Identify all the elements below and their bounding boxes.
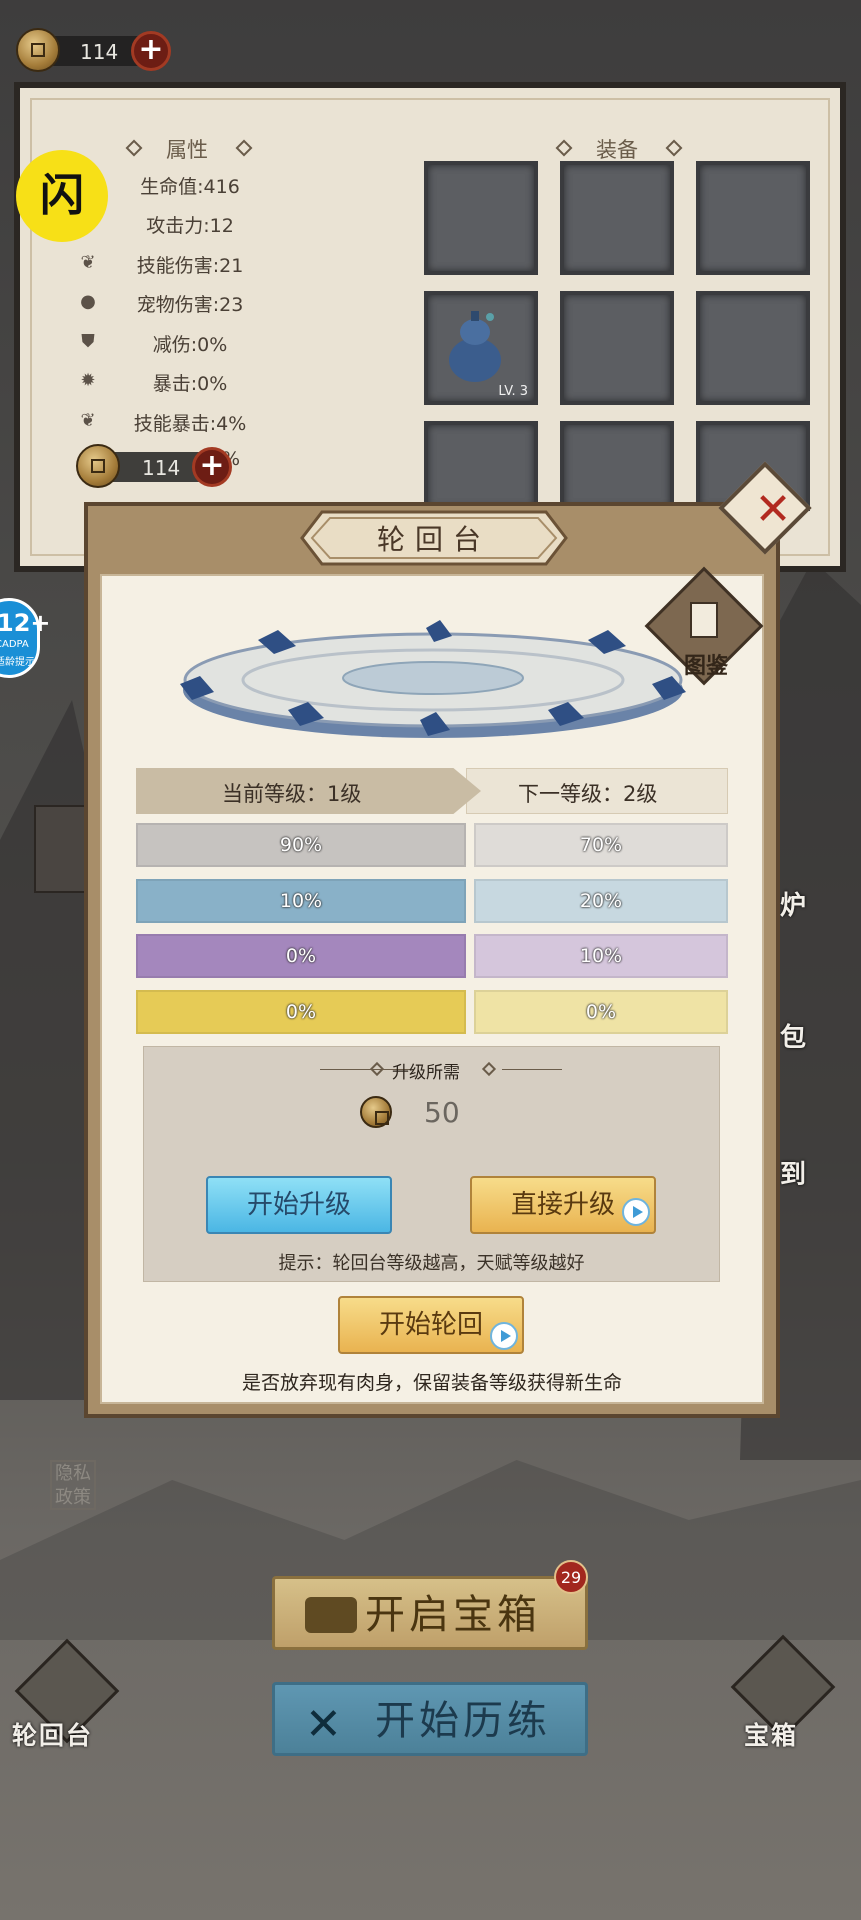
upgrade-hint: 提示：轮回台等级越高，天赋等级越好 [278, 1253, 585, 1274]
coin-bar-secondary: 114 + [76, 444, 236, 490]
level-comparison-bar: 当前等级：1级 下一等级：2级 [136, 768, 728, 814]
equipment-slot[interactable] [696, 291, 810, 405]
current-rate-bar: 0% [136, 934, 466, 978]
stat-row: ❦ 技能伤害:21 [40, 247, 360, 281]
start-upgrade-button[interactable]: 开始升级 [206, 1176, 392, 1234]
privacy-policy-label: 隐私政策 [55, 1463, 91, 1508]
equipment-title: 装备 [596, 138, 638, 162]
book-icon [690, 602, 718, 638]
equipment-slot[interactable] [696, 161, 810, 275]
current-rate-bar: 10% [136, 879, 466, 923]
current-rate-bar: 0% [136, 990, 466, 1034]
equipment-slot[interactable] [424, 421, 538, 511]
bg-side-label: 炉 [780, 891, 809, 921]
coin-count: 114 [142, 456, 181, 480]
age-rating-line: CADPA [0, 639, 29, 650]
requirement-title: 升级所需 [392, 1063, 460, 1083]
open-chest-label: 开启宝箱 [365, 1592, 541, 1638]
next-rate-bar: 70% [474, 823, 728, 867]
stat-label: 减伤:0% [152, 334, 228, 356]
bg-teapot-item [34, 805, 90, 893]
coin-icon [16, 28, 60, 72]
bg-side-label: 到 [780, 1160, 809, 1190]
direct-upgrade-label: 直接升级 [510, 1190, 615, 1220]
crossed-swords-icon: ✕ [305, 1699, 346, 1750]
gourd-icon [449, 311, 501, 382]
start-reincarnation-label: 开始轮回 [378, 1310, 483, 1340]
age-rating-badge: 12+ CADPA 适龄提示 [0, 598, 51, 678]
open-chest-button[interactable]: 开启宝箱 [272, 1576, 588, 1650]
stat-row: ❦ 技能暴击:4% [40, 405, 360, 439]
chest-nav-label: 宝箱 [744, 1721, 799, 1750]
equipment-slot[interactable] [560, 291, 674, 405]
flash-app-badge: 闪 [16, 150, 108, 242]
divider [502, 1069, 562, 1070]
chest-icon [305, 1597, 357, 1633]
next-rate-bar: 10% [474, 934, 728, 978]
bg-side-label: 包 [780, 1023, 809, 1053]
equipment-slot-gourd[interactable]: LV. 3 [424, 291, 538, 405]
video-play-icon [490, 1322, 518, 1350]
video-play-icon [622, 1198, 650, 1226]
reincarnation-description: 是否放弃现有肉身，保留装备等级获得新生命 [241, 1372, 622, 1394]
stat-label: 技能伤害:21 [136, 255, 244, 277]
attributes-title: 属性 [166, 138, 208, 162]
stats-panel: 属性 装备 生命值:416 攻击力:12 ❦ 技能伤害:21 ● 宠物伤害:23 ⛊… [14, 82, 846, 572]
modal-title: 轮回台 [376, 523, 491, 556]
stat-label: 技能暴击:4% [133, 413, 247, 435]
top-coin-bar: 114 + [16, 28, 176, 74]
equipment-slot[interactable] [424, 161, 538, 275]
reincarnation-platform-image [180, 620, 686, 738]
current-rate-bar: 90% [136, 823, 466, 867]
equipment-slot[interactable] [560, 421, 674, 511]
equipment-slot[interactable] [560, 161, 674, 275]
reincarnation-nav-label: 轮回台 [12, 1721, 94, 1750]
start-training-label: 开始历练 [375, 1698, 551, 1744]
stat-row: ● 宠物伤害:23 [40, 286, 360, 320]
coin-icon [76, 444, 120, 488]
next-rate-bar: 0% [474, 990, 728, 1034]
current-level: 当前等级：1级 [222, 782, 362, 806]
stat-row: ✹ 暴击:0% [40, 365, 360, 399]
privacy-policy-link[interactable]: 隐私政策 [50, 1460, 96, 1510]
add-coins-button[interactable]: + [131, 31, 171, 71]
age-rating-value: 12+ [0, 609, 51, 637]
stat-label: 暴击:0% [152, 373, 228, 395]
requirement-cost: 50 [424, 1096, 460, 1129]
close-icon[interactable]: ✕ [748, 485, 798, 535]
stat-row: ⛊ 减伤:0% [40, 326, 360, 360]
start-training-button[interactable]: ✕ 开始历练 [272, 1682, 588, 1756]
next-rate-bar: 20% [474, 879, 728, 923]
coin-count: 114 [80, 40, 119, 64]
next-level: 下一等级：2级 [518, 782, 658, 806]
item-level: LV. 3 [498, 384, 528, 399]
add-coins-button[interactable]: + [192, 447, 232, 487]
age-rating-line: 适龄提示 [0, 657, 35, 668]
stat-label: 宠物伤害:23 [136, 294, 244, 316]
illustrations-label: 图鉴 [683, 654, 728, 679]
start-upgrade-label: 开始升级 [246, 1190, 351, 1220]
chest-count-badge: 29 [554, 1560, 588, 1594]
coin-icon [360, 1096, 392, 1128]
